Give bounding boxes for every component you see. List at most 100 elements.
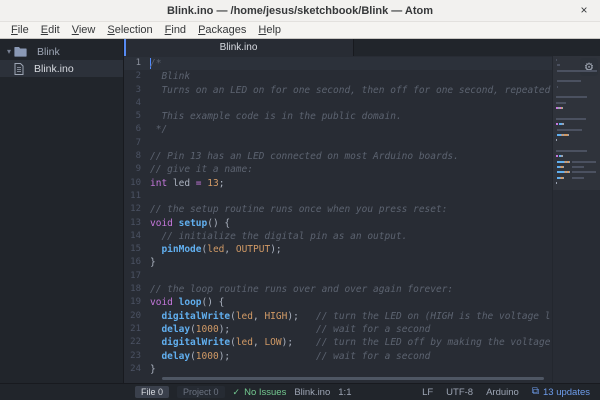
line-number: 4	[135, 97, 141, 108]
code-text: }	[150, 257, 156, 269]
code-text: // initialize the digital pin as an outp…	[150, 230, 408, 242]
minimap-line	[556, 155, 564, 158]
minimap[interactable]: ⚙	[552, 56, 600, 383]
line-ending-selector[interactable]: LF	[422, 387, 433, 398]
code-line-23[interactable]: 23 delay(1000); // wait for a second	[124, 350, 552, 363]
minimap-line	[556, 80, 582, 83]
code-line-8[interactable]: 8 // Pin 13 has an LED connected on most …	[124, 150, 552, 163]
line-number: 6	[135, 124, 141, 135]
code-text: digitalWrite(led, LOW); // turn the LED …	[161, 337, 551, 349]
line-number: 7	[135, 137, 141, 148]
code-text: digitalWrite(led, HIGH); // turn the LED…	[161, 310, 551, 322]
package-icon: ⧉	[531, 386, 539, 397]
code-line-21[interactable]: 21 delay(1000); // wait for a second	[124, 323, 552, 336]
folder-icon	[14, 46, 32, 57]
line-number: 2	[135, 71, 141, 82]
active-pane-accent	[124, 39, 126, 56]
code-text: void loop() {	[150, 297, 225, 309]
code-line-3[interactable]: 3 Turns on an LED on for one second, the…	[124, 84, 552, 97]
menu-selection[interactable]: Selection	[101, 22, 158, 38]
code-text: int led = 13;	[150, 177, 225, 189]
code-line-9[interactable]: 9 // give it a name:	[124, 163, 552, 176]
tree-item-blink[interactable]: ▾ Blink	[0, 43, 123, 60]
code-line-11[interactable]: 11	[124, 190, 552, 203]
lint-file-count-button[interactable]: File 0	[135, 386, 170, 398]
code-line-13[interactable]: 13 void setup() {	[124, 217, 552, 230]
updates-label: 13 updates	[542, 386, 590, 398]
line-number: 16	[130, 257, 141, 268]
code-text: // give it a name:	[150, 164, 253, 176]
window-close-icon[interactable]: ×	[576, 3, 592, 19]
minimap-line	[556, 133, 569, 136]
window-title: Blink.ino — /home/jesus/sketchbook/Blink…	[166, 4, 434, 17]
minimap-line	[556, 176, 584, 179]
lint-status[interactable]: ✓ No Issues	[233, 387, 287, 398]
line-number: 3	[135, 84, 141, 95]
code-line-20[interactable]: 20 digitalWrite(led, HIGH); // turn the …	[124, 310, 552, 323]
grammar-selector[interactable]: Arduino	[486, 387, 519, 398]
line-number: 11	[130, 190, 141, 201]
menu-packages[interactable]: Packages	[192, 22, 252, 38]
minimap-line	[556, 123, 565, 126]
code-text: */	[150, 124, 168, 136]
line-number: 14	[130, 230, 141, 241]
code-text: pinMode(led, OUTPUT);	[161, 244, 282, 256]
code-text: delay(1000); // wait for a second	[161, 350, 431, 362]
menu-view[interactable]: View	[66, 22, 102, 38]
status-file-name[interactable]: Blink.ino	[294, 387, 330, 398]
menu-find[interactable]: Find	[159, 22, 192, 38]
menu-help[interactable]: Help	[252, 22, 287, 38]
code-line-22[interactable]: 22 digitalWrite(led, LOW); // turn the L…	[124, 336, 552, 349]
horizontal-scrollbar[interactable]	[162, 377, 544, 380]
code-text: Blink	[150, 71, 191, 83]
code-line-12[interactable]: 12 // the setup routine runs once when yo…	[124, 203, 552, 216]
gear-icon[interactable]: ⚙	[580, 58, 598, 76]
code-line-5[interactable]: 5 This example code is in the public dom…	[124, 110, 552, 123]
minimap-line	[556, 117, 587, 120]
code-line-18[interactable]: 18 // the loop routine runs over and over…	[124, 283, 552, 296]
tab-blink-ino[interactable]: Blink.ino	[124, 39, 354, 56]
code-line-15[interactable]: 15 pinMode(led, OUTPUT);	[124, 243, 552, 256]
code-line-24[interactable]: 24}	[124, 363, 552, 376]
line-number: 20	[130, 310, 141, 321]
line-number: 18	[130, 284, 141, 295]
lint-project-count-button[interactable]: Project 0	[177, 386, 225, 398]
file-icon	[14, 62, 29, 75]
editor-pane: Blink.ino 1/* 2 Blink 3 Turns on an LED on…	[124, 39, 600, 383]
tree-item-label: Blink	[37, 45, 60, 58]
code-editor[interactable]: 1/* 2 Blink 3 Turns on an LED on for one s…	[124, 56, 600, 383]
menu-edit[interactable]: Edit	[35, 22, 66, 38]
status-cursor-position[interactable]: 1:1	[338, 387, 351, 398]
line-number: 15	[130, 244, 141, 255]
code-line-16[interactable]: 16}	[124, 256, 552, 269]
tree-view: ▾ Blink Blink.ino	[0, 39, 124, 383]
updates-indicator[interactable]: ⧉ 13 updates	[532, 387, 590, 398]
code-line-7[interactable]: 7	[124, 137, 552, 150]
code-line-4[interactable]: 4	[124, 97, 552, 110]
tree-item-blink-ino[interactable]: Blink.ino	[0, 60, 123, 77]
chevron-down-icon[interactable]: ▾	[4, 47, 14, 56]
code-line-14[interactable]: 14 // initialize the digital pin as an o…	[124, 230, 552, 243]
code-line-19[interactable]: 19 void loop() {	[124, 296, 552, 309]
menubar: File Edit View Selection Find Packages Help	[0, 22, 600, 39]
minimap-line	[556, 149, 587, 152]
encoding-selector[interactable]: UTF-8	[446, 387, 473, 398]
code-line-2[interactable]: 2 Blink	[124, 70, 552, 83]
line-number: 1	[135, 58, 141, 68]
code-line-10[interactable]: 10 int led = 13;	[124, 177, 552, 190]
minimap-line	[556, 166, 584, 168]
line-number: 10	[130, 177, 141, 188]
code-text: This example code is in the public domai…	[150, 111, 402, 123]
menu-file[interactable]: File	[5, 22, 35, 38]
code-line-6[interactable]: 6 */	[124, 123, 552, 136]
minimap-line	[556, 64, 560, 67]
code-line-1[interactable]: 1 /*	[124, 57, 552, 71]
line-number: 21	[130, 323, 141, 334]
line-number: 12	[130, 204, 141, 215]
code-text: delay(1000); // wait for a second	[161, 323, 431, 335]
tab-bar: Blink.ino	[124, 39, 600, 56]
code-line-17[interactable]: 17	[124, 270, 552, 283]
